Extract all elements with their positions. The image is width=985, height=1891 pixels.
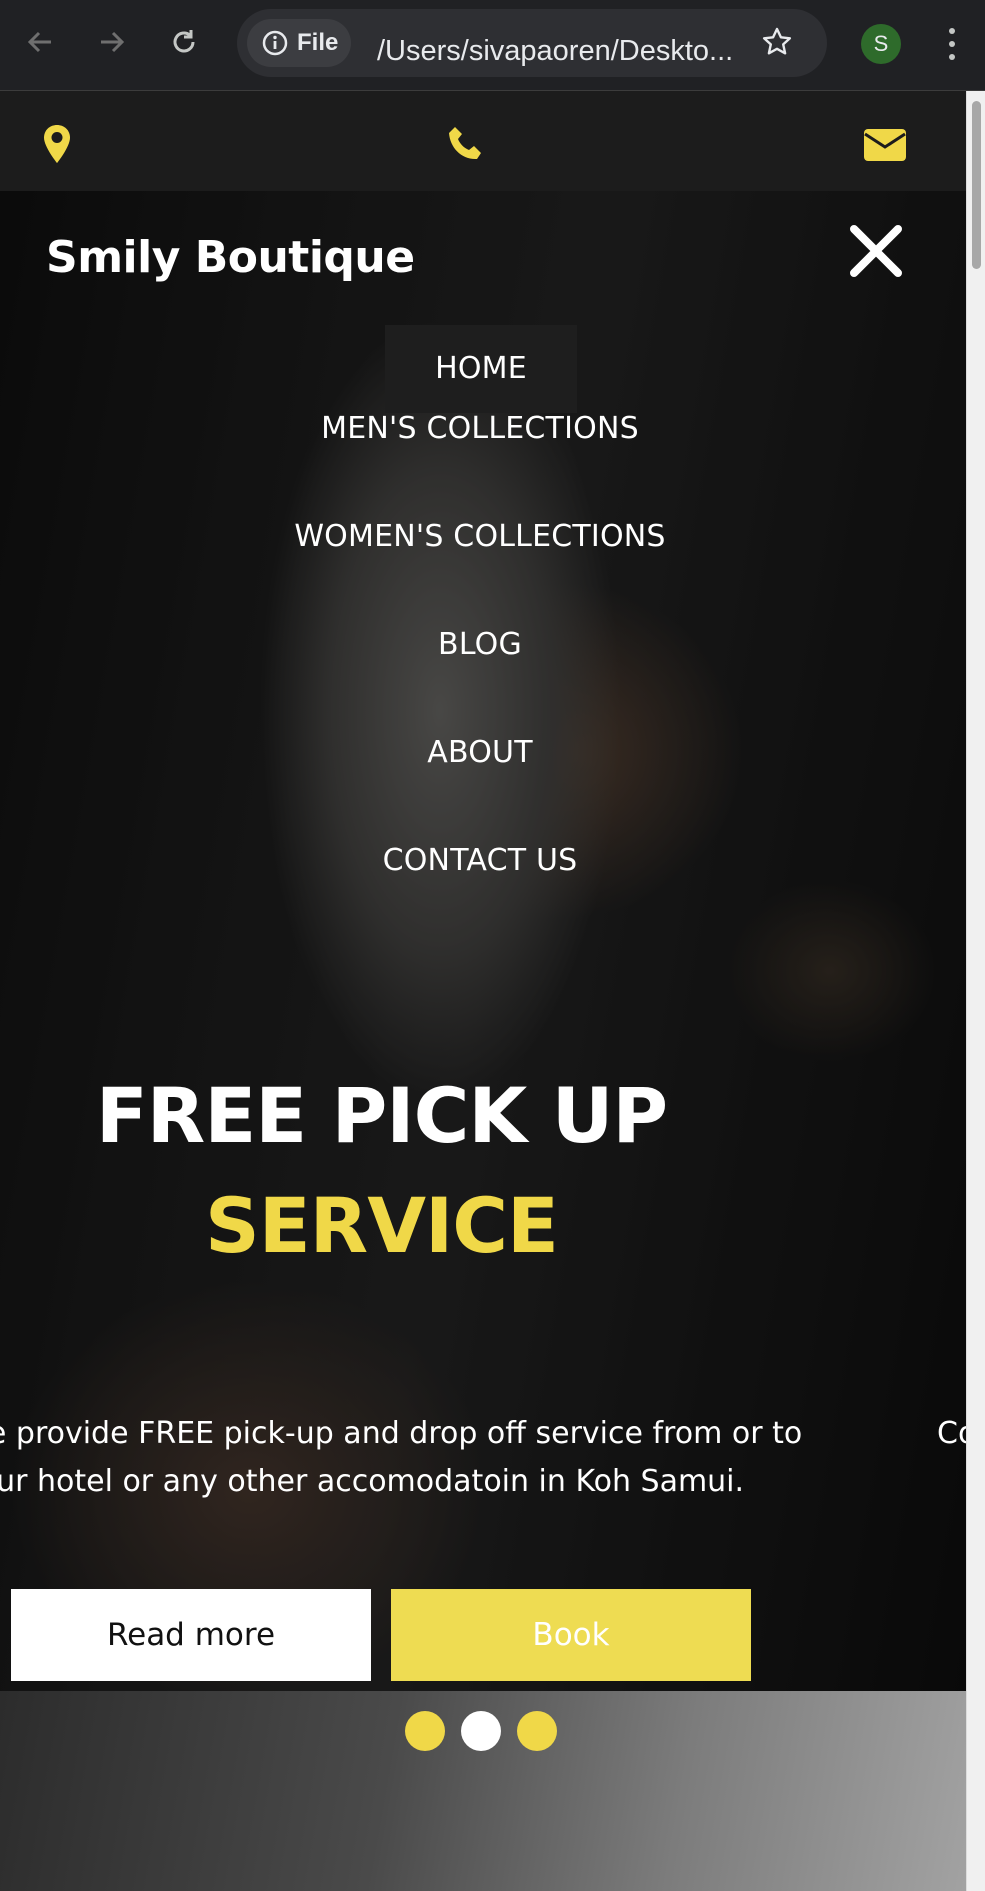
forward-button[interactable] xyxy=(90,20,134,64)
slide-description-line: your hotel or any other accomodatoin in … xyxy=(0,1464,745,1499)
kebab-dot xyxy=(949,40,955,47)
star-icon xyxy=(762,27,792,55)
url-text[interactable]: /Users/sivapaoren/Deskto... xyxy=(377,35,733,68)
hero-slider: Smily Boutique HOME MEN'S COLLECTIONS WO… xyxy=(0,191,966,1691)
menu-item-contact-us[interactable]: CONTACT US xyxy=(0,843,960,878)
address-bar[interactable]: File /Users/sivapaoren/Deskto... xyxy=(237,9,827,77)
site-info-chip[interactable]: File xyxy=(247,19,351,67)
map-marker-icon xyxy=(44,125,70,163)
carousel-dot[interactable] xyxy=(405,1711,445,1751)
bookmark-button[interactable] xyxy=(757,22,797,62)
forward-arrow-icon xyxy=(101,31,125,53)
site-info: File /Users/sivapaoren/Deskto... xyxy=(247,19,733,67)
site-logo[interactable]: Smily Boutique xyxy=(46,232,415,283)
menu-item-blog[interactable]: BLOG xyxy=(0,627,960,662)
carousel-dot[interactable] xyxy=(517,1711,557,1751)
read-more-button[interactable]: Read more xyxy=(11,1589,371,1681)
slide-headline-accent: SERVICE xyxy=(205,1181,559,1270)
phone-icon xyxy=(449,127,481,160)
location-link[interactable] xyxy=(34,121,80,167)
reload-icon xyxy=(173,30,195,53)
carousel-dot-active[interactable] xyxy=(461,1711,501,1751)
book-button[interactable]: Book xyxy=(391,1589,751,1681)
close-icon[interactable] xyxy=(848,223,904,279)
menu-item-mens-collections[interactable]: MEN'S COLLECTIONS xyxy=(0,411,960,446)
slide-headline: FREE PICK UP xyxy=(95,1071,668,1160)
phone-link[interactable] xyxy=(443,121,489,167)
slide-description: We provide FREE pick-up and drop off ser… xyxy=(0,1410,860,1506)
menu-item-home[interactable]: HOME xyxy=(385,325,577,413)
browser-menu-button[interactable] xyxy=(940,24,964,64)
next-slide-peek-text: Co xyxy=(937,1416,966,1451)
file-scheme-label: File xyxy=(297,29,339,56)
kebab-dot xyxy=(949,54,955,61)
page-scrollbar[interactable] xyxy=(966,91,985,1891)
back-button[interactable] xyxy=(18,20,62,64)
slide-description-line: We provide FREE pick-up and drop off ser… xyxy=(0,1416,803,1451)
menu-item-about[interactable]: ABOUT xyxy=(0,735,960,770)
kebab-dot xyxy=(949,27,955,34)
info-icon xyxy=(262,30,288,56)
back-arrow-icon xyxy=(27,31,51,53)
menu-item-womens-collections[interactable]: WOMEN'S COLLECTIONS xyxy=(0,519,960,554)
scrollbar-thumb[interactable] xyxy=(972,101,981,269)
contact-topbar xyxy=(0,91,966,191)
web-page: Smily Boutique HOME MEN'S COLLECTIONS WO… xyxy=(0,91,966,1891)
reload-button[interactable] xyxy=(162,20,206,64)
email-link[interactable] xyxy=(862,121,908,167)
carousel-indicators xyxy=(0,1691,966,1891)
profile-avatar[interactable]: S xyxy=(861,24,901,64)
browser-toolbar: File /Users/sivapaoren/Deskto... S xyxy=(0,0,985,91)
envelope-icon xyxy=(864,129,906,161)
